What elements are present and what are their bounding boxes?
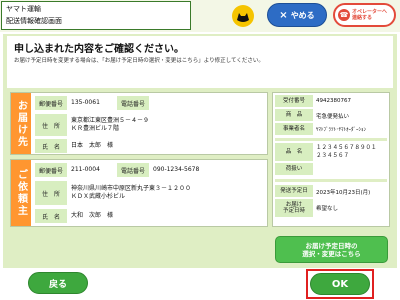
delivery-time-value: 希望なし xyxy=(316,206,339,212)
client-postal-value: 211-0004 xyxy=(71,166,100,173)
delivery-time-label: お届け 予定日時 xyxy=(275,199,313,217)
company-value: ﾔﾏﾄﾌﾞﾗﾂﾄ･ﾔﾏﾄｵｰﾀﾞｰｼｮﾝ xyxy=(316,127,367,133)
item-name-line2: ２３４５６７ xyxy=(316,153,350,159)
item-name-line1: １２３４５６７８９０１ xyxy=(316,145,377,151)
quit-button-label: やめる xyxy=(290,10,315,20)
section-divider xyxy=(275,138,387,141)
screen-title-box: ヤマト運輸 配送情報確認画面 xyxy=(1,1,191,30)
client-section-label: ご依頼主 xyxy=(11,160,31,226)
footer-bar: 戻る OK xyxy=(0,269,400,300)
kuroneko-logo-icon xyxy=(232,5,254,27)
delivery-postal-label: 郵便番号 xyxy=(35,96,67,110)
delivery-section-label: お届け先 xyxy=(11,93,31,154)
handling-label: 荷扱い xyxy=(275,163,313,175)
change-delivery-time-button[interactable]: お届け予定日時の 選択・変更はこちら xyxy=(275,236,388,263)
client-postal-label: 郵便番号 xyxy=(35,163,67,177)
shipment-details-panel: 受付番号 4942380767 商 品 宅急便発払い 事業者名 ﾔﾏﾄﾌﾞﾗﾂﾄ… xyxy=(272,92,390,227)
section-divider xyxy=(275,179,387,182)
change-button-line1: お届け予定日時の xyxy=(305,241,358,250)
delivery-time-label-line2: 予定日時 xyxy=(282,208,305,214)
delivery-name-label: 氏 名 xyxy=(35,139,67,153)
client-phone-label: 電話番号 xyxy=(117,163,149,177)
operator-label-line2: 連絡する xyxy=(352,15,373,21)
page-instruction: お届け予定日時を変更する場合は、「お届け予定日時の選択・変更はこちら」より修正し… xyxy=(14,58,264,64)
delivery-address-line1: 東京都江東区豊洲５－４－９ xyxy=(71,117,150,124)
confirmation-panel: 申し込まれた内容をご確認ください。 お届け予定日時を変更する場合は、「お届け予定… xyxy=(3,34,397,268)
ok-button[interactable]: OK xyxy=(310,273,370,295)
quit-button[interactable]: × やめる xyxy=(267,3,327,27)
close-icon: × xyxy=(279,9,288,21)
delivery-address-label: 住 所 xyxy=(35,114,67,136)
header-bar: ヤマト運輸 配送情報確認画面 × やめる ☎ オペレーターへ 連絡する xyxy=(0,0,400,32)
delivery-address-line2: ＫＲ豊洲ビル７階 xyxy=(71,125,120,132)
tracking-number-value: 4942380767 xyxy=(316,98,351,104)
ok-button-highlight: OK xyxy=(306,269,374,299)
delivery-destination-panel: お届け先 郵便番号 135-0061 電話番号 住 所 東京都江東区豊洲５－４－… xyxy=(10,92,268,155)
screen-title: 配送情報確認画面 xyxy=(6,17,62,25)
company-label: 事業者名 xyxy=(275,123,313,135)
ship-date-label: 発送予定日 xyxy=(275,185,313,197)
item-name-label: 品 名 xyxy=(275,143,313,161)
change-button-line2: 選択・変更はこちら xyxy=(302,249,361,258)
client-name-value: 大和 次郎 様 xyxy=(71,212,114,219)
delivery-name-value: 日本 太郎 様 xyxy=(71,142,114,149)
client-address-label: 住 所 xyxy=(35,181,67,205)
client-address-line1: 神奈川県川崎市中原区新丸子東３－１２００ xyxy=(71,185,192,192)
client-phone-value: 090-1234-5678 xyxy=(153,166,200,173)
delivery-phone-label: 電話番号 xyxy=(117,96,149,110)
page-heading: 申し込まれた内容をご確認ください。 xyxy=(14,44,184,55)
tracking-number-label: 受付番号 xyxy=(275,95,313,107)
company-name: ヤマト運輸 xyxy=(6,5,41,13)
client-address-line2: ＫＤＸ武蔵小杉ビル xyxy=(71,193,126,200)
product-label: 商 品 xyxy=(275,109,313,121)
client-panel: ご依頼主 郵便番号 211-0004 電話番号 090-1234-5678 住 … xyxy=(10,159,268,227)
product-value: 宅急便発払い xyxy=(316,114,350,120)
operator-phone-icon: ☎ xyxy=(338,9,350,21)
heading-card: 申し込まれた内容をご確認ください。 お届け予定日時を変更する場合は、「お届け予定… xyxy=(7,36,393,88)
client-name-label: 氏 名 xyxy=(35,209,67,223)
back-button[interactable]: 戻る xyxy=(28,272,88,294)
contact-operator-button[interactable]: ☎ オペレーターへ 連絡する xyxy=(333,3,396,27)
ship-date-value: 2023年10月23日(月) xyxy=(316,190,371,196)
delivery-postal-value: 135-0061 xyxy=(71,99,100,106)
